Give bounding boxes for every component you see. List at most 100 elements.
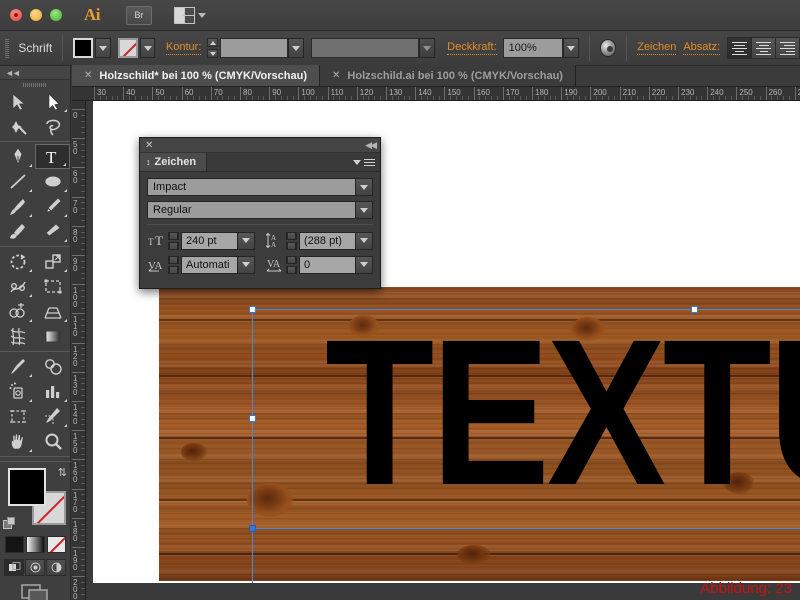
- column-graph-tool[interactable]: [35, 379, 70, 404]
- color-swatch-button[interactable]: [4, 536, 24, 553]
- opacity-label[interactable]: Deckkraft:: [447, 41, 497, 55]
- none-swatch-button[interactable]: [46, 536, 66, 553]
- tool-expand-corner[interactable]: [29, 449, 32, 452]
- font-family-input[interactable]: Impact: [147, 178, 356, 196]
- tool-expand-corner[interactable]: [29, 319, 32, 322]
- free-transform-tool[interactable]: [35, 274, 70, 299]
- fill-color-swatch[interactable]: [73, 38, 94, 58]
- panel-menu-button[interactable]: [353, 153, 380, 171]
- close-icon[interactable]: ✕: [332, 70, 340, 81]
- document-tab-1[interactable]: ✕ Holzschild.ai bei 100 % (CMYK/Vorschau…: [320, 65, 576, 86]
- tool-expand-corner[interactable]: [63, 163, 66, 166]
- magic-wand-tool[interactable]: [0, 114, 35, 139]
- hand-tool[interactable]: [0, 429, 35, 454]
- arrange-documents-button[interactable]: [174, 6, 206, 24]
- swap-fill-stroke-icon[interactable]: ⇅: [58, 466, 67, 479]
- opacity-dropdown[interactable]: [563, 38, 580, 58]
- tool-expand-corner[interactable]: [64, 189, 67, 192]
- tool-expand-corner[interactable]: [29, 294, 32, 297]
- selection-handle-bottom-left[interactable]: [249, 525, 256, 532]
- tracking-stepper[interactable]: [286, 255, 297, 274]
- draw-normal-button[interactable]: [4, 559, 24, 576]
- tool-expand-corner[interactable]: [29, 214, 32, 217]
- default-fill-stroke-icon[interactable]: [3, 517, 16, 530]
- slice-tool[interactable]: [35, 404, 70, 429]
- stroke-weight-label[interactable]: Kontur:: [165, 41, 202, 55]
- tool-expand-corner[interactable]: [64, 239, 67, 242]
- symbol-sprayer-tool[interactable]: [0, 379, 35, 404]
- tab-zeichen[interactable]: ↕ Zeichen: [140, 153, 208, 171]
- recolor-artwork-icon[interactable]: [600, 39, 617, 57]
- font-style-dropdown[interactable]: [356, 201, 373, 219]
- direct-selection-tool[interactable]: [35, 89, 70, 114]
- align-left-button[interactable]: [727, 37, 752, 59]
- draw-behind-button[interactable]: [25, 559, 45, 576]
- change-screen-mode-button[interactable]: [0, 583, 70, 600]
- horizontal-ruler[interactable]: 30 40 50 60 70 80 90 100 110 120 130 140 150 160 170 18…: [72, 87, 800, 101]
- character-panel[interactable]: ✕ ◀◀ ↕ Zeichen Impact Regular T T 240 pt…: [139, 137, 381, 289]
- pencil-tool[interactable]: [35, 194, 70, 219]
- leading-input[interactable]: (288 pt): [299, 231, 356, 250]
- stroke-weight-dropdown[interactable]: [288, 38, 304, 58]
- opacity-input[interactable]: 100%: [502, 38, 564, 58]
- close-window-button[interactable]: [10, 9, 22, 21]
- tool-expand-corner[interactable]: [64, 424, 67, 427]
- gradient-swatch-button[interactable]: [25, 536, 45, 553]
- close-icon[interactable]: ✕: [145, 140, 153, 151]
- stroke-weight-stepper[interactable]: [207, 38, 219, 58]
- rotate-tool[interactable]: [0, 249, 35, 274]
- paintbrush-tool[interactable]: [0, 194, 35, 219]
- selection-handle-top-left[interactable]: [249, 306, 256, 313]
- eyedropper-tool[interactable]: [0, 354, 35, 379]
- paragraph-panel-link[interactable]: Absatz:: [683, 41, 720, 55]
- tool-expand-corner[interactable]: [64, 109, 67, 112]
- shape-builder-tool[interactable]: [0, 299, 35, 324]
- tracking-input[interactable]: 0: [299, 255, 356, 274]
- artboard-tool[interactable]: [0, 404, 35, 429]
- scale-tool[interactable]: [35, 249, 70, 274]
- font-size-stepper[interactable]: [168, 231, 179, 250]
- zoom-window-button[interactable]: [50, 9, 62, 21]
- kerning-stepper[interactable]: [168, 255, 179, 274]
- width-tool[interactable]: [0, 274, 35, 299]
- kerning-input[interactable]: Automati: [181, 255, 238, 274]
- tool-expand-corner[interactable]: [64, 214, 67, 217]
- draw-inside-button[interactable]: [46, 559, 66, 576]
- tools-panel-grip[interactable]: [0, 80, 70, 89]
- perspective-grid-tool[interactable]: [35, 299, 70, 324]
- font-family-dropdown[interactable]: [356, 178, 373, 196]
- mesh-tool[interactable]: [0, 324, 35, 349]
- tool-expand-corner[interactable]: [29, 399, 32, 402]
- leading-dropdown[interactable]: [356, 231, 373, 250]
- blob-brush-tool[interactable]: [0, 219, 35, 244]
- control-bar-grip[interactable]: [5, 38, 10, 58]
- stepper-down-icon[interactable]: [207, 49, 219, 58]
- stroke-profile-input[interactable]: [310, 38, 420, 58]
- tool-expand-corner[interactable]: [64, 399, 67, 402]
- type-tool[interactable]: T: [35, 144, 70, 169]
- tool-expand-corner[interactable]: [64, 319, 67, 322]
- tool-expand-corner[interactable]: [64, 269, 67, 272]
- align-center-button[interactable]: [751, 37, 776, 59]
- font-size-input[interactable]: 240 pt: [181, 231, 238, 250]
- fill-color-dropdown[interactable]: [95, 38, 111, 58]
- selection-tool[interactable]: [0, 89, 35, 114]
- leading-stepper[interactable]: [286, 231, 297, 250]
- stroke-profile-dropdown[interactable]: [419, 38, 435, 58]
- vertical-ruler[interactable]: 0 50 60 70 80 90 100 110 120 130 140 150 160 170 180 19…: [72, 101, 86, 600]
- stroke-color-swatch[interactable]: [117, 38, 138, 58]
- font-size-dropdown[interactable]: [238, 231, 255, 250]
- zoom-tool[interactable]: [35, 429, 70, 454]
- gradient-tool[interactable]: [35, 324, 70, 349]
- ellipse-tool[interactable]: [35, 169, 70, 194]
- go-to-bridge-button[interactable]: Br: [126, 5, 152, 25]
- eraser-tool[interactable]: [35, 219, 70, 244]
- tracking-dropdown[interactable]: [356, 255, 373, 274]
- document-tab-0[interactable]: ✕ Holzschild* bei 100 % (CMYK/Vorschau): [72, 65, 321, 86]
- double-chevron-left-icon[interactable]: ◄◄: [5, 68, 21, 78]
- character-panel-link[interactable]: Zeichen: [637, 41, 677, 55]
- selection-handle-middle-left[interactable]: [249, 415, 256, 422]
- align-right-button[interactable]: [775, 37, 800, 59]
- stroke-color-dropdown[interactable]: [139, 38, 156, 58]
- minimize-window-button[interactable]: [30, 9, 42, 21]
